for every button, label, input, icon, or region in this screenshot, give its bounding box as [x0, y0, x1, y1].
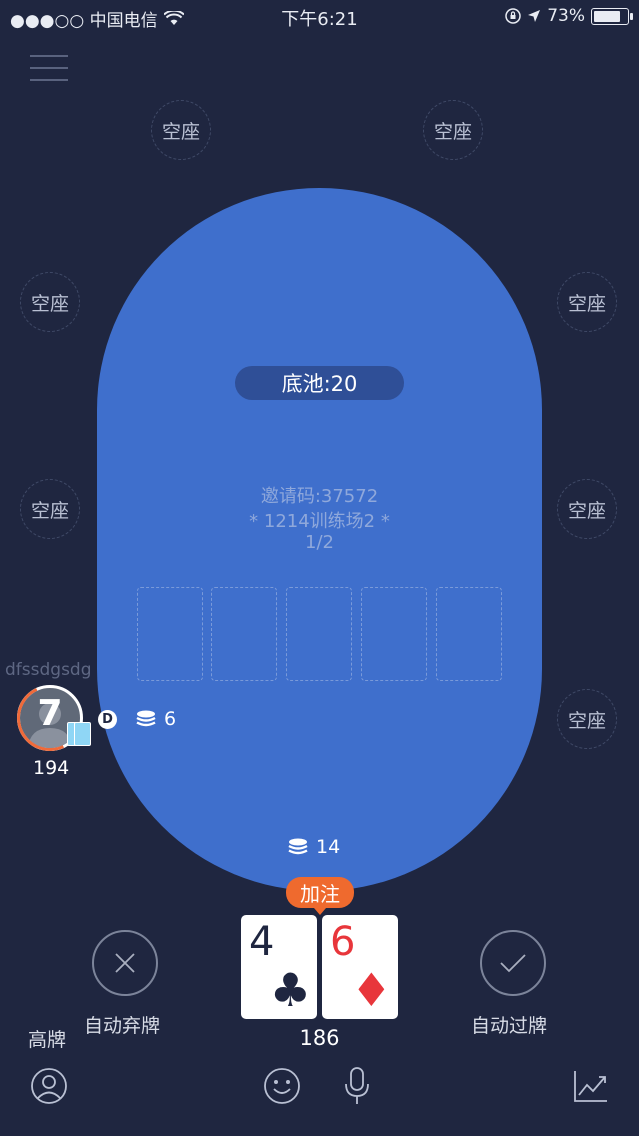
auto-fold-button[interactable]	[92, 930, 158, 996]
status-right: 73%	[505, 6, 633, 26]
community-card-slot	[137, 587, 203, 681]
location-icon	[528, 10, 541, 22]
battery-percent: 73%	[547, 6, 585, 26]
community-card-slot	[361, 587, 427, 681]
empty-seat[interactable]: 空座	[151, 100, 211, 160]
action-tag: 加注	[286, 877, 354, 915]
emoji-icon[interactable]	[262, 1066, 302, 1106]
community-card-slot	[286, 587, 352, 681]
current-bet: 14	[288, 836, 340, 858]
chart-icon[interactable]	[571, 1066, 611, 1106]
menu-icon[interactable]	[30, 55, 68, 81]
status-bar: ●●●○○ 中国电信 下午6:21 73%	[0, 0, 639, 34]
auto-check-button[interactable]	[480, 930, 546, 996]
pot-display: 底池:20	[235, 366, 404, 400]
hand-type: 高牌	[28, 1029, 67, 1051]
card-rank: 6	[330, 919, 356, 965]
player-chips: 194	[33, 757, 70, 779]
hole-card: 6 ♦	[322, 915, 398, 1019]
chip-stack-icon	[288, 838, 308, 855]
blinds: 1/2	[305, 532, 334, 553]
empty-seat[interactable]: 空座	[557, 689, 617, 749]
microphone-icon[interactable]	[337, 1066, 377, 1106]
empty-seat[interactable]: 空座	[557, 479, 617, 539]
club-suit-icon: ♣	[269, 963, 311, 1017]
chip-stack-icon	[136, 710, 156, 727]
profile-icon[interactable]	[29, 1066, 69, 1106]
player-name: dfssdgsdg	[5, 660, 92, 680]
auto-check-label[interactable]: 自动过牌	[471, 1011, 547, 1038]
lock-icon	[505, 8, 521, 24]
diamond-suit-icon: ♦	[350, 963, 392, 1017]
empty-seat[interactable]: 空座	[423, 100, 483, 160]
empty-seat[interactable]: 空座	[20, 272, 80, 332]
battery-icon	[591, 7, 633, 25]
empty-seat[interactable]: 空座	[20, 479, 80, 539]
empty-seat[interactable]: 空座	[557, 272, 617, 332]
invite-code: 邀请码:37572	[260, 486, 379, 507]
check-icon	[500, 954, 526, 973]
card-rank: 4	[249, 919, 275, 965]
close-icon	[115, 953, 135, 973]
community-card-slot	[211, 587, 277, 681]
player-bet: 6	[136, 708, 176, 730]
community-card-slot	[436, 587, 502, 681]
dealer-button: D	[98, 710, 117, 729]
auto-fold-label[interactable]: 自动弃牌	[84, 1011, 160, 1038]
room-name: * 1214训练场2 *	[249, 511, 390, 532]
hole-card: 4 ♣	[241, 915, 317, 1019]
